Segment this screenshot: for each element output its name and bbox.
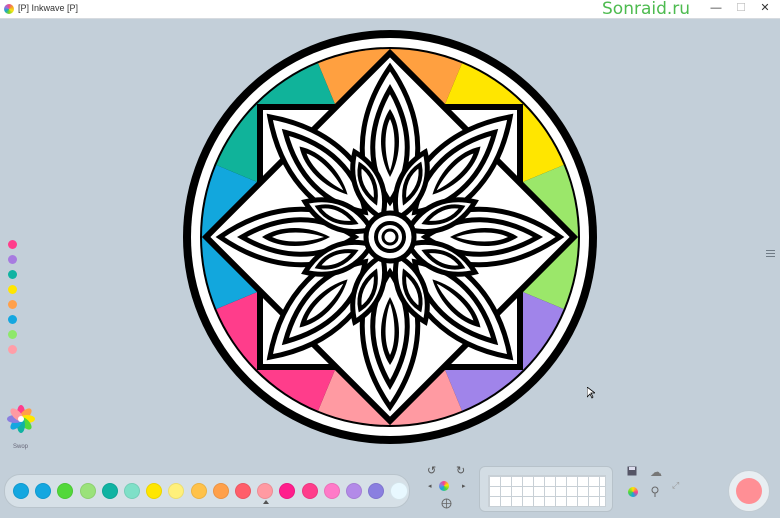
app-icon bbox=[4, 4, 14, 14]
recent-color-7[interactable] bbox=[8, 330, 17, 339]
cloud-icon[interactable]: ☁ bbox=[650, 465, 662, 479]
palette-label: Swop bbox=[13, 444, 29, 450]
recent-color-8[interactable] bbox=[8, 345, 17, 354]
prev-arrow[interactable]: ◂ bbox=[428, 482, 432, 490]
pattern-panel bbox=[479, 466, 613, 512]
maximize-button[interactable]: ☐ bbox=[728, 0, 754, 18]
color-swatch-10[interactable] bbox=[212, 483, 229, 499]
save-icon[interactable] bbox=[627, 466, 637, 479]
next-arrow[interactable]: ▸ bbox=[462, 482, 466, 490]
color-swatch-17[interactable] bbox=[368, 483, 385, 499]
color-swatch-15[interactable] bbox=[323, 483, 340, 499]
window-title: [P] Inkwave [P] bbox=[18, 3, 79, 13]
color-swatch-14[interactable] bbox=[301, 483, 318, 499]
color-swatch-7[interactable] bbox=[146, 483, 163, 499]
color-palette-bar bbox=[4, 474, 410, 508]
color-swatch-13[interactable] bbox=[279, 483, 296, 499]
redo-button[interactable]: ↻ bbox=[456, 464, 465, 477]
close-button[interactable]: ✕ bbox=[752, 0, 778, 18]
current-color-button[interactable] bbox=[728, 470, 770, 512]
watermark: Sonraid.ru bbox=[602, 0, 691, 19]
color-swatch-5[interactable] bbox=[101, 483, 118, 499]
color-swatch-11[interactable] bbox=[235, 483, 251, 499]
recent-color-2[interactable] bbox=[8, 255, 17, 264]
color-swatch-4[interactable] bbox=[79, 483, 96, 499]
mouse-cursor bbox=[586, 386, 597, 404]
flower-palette-icon[interactable] bbox=[7, 405, 35, 438]
color-swatch-3[interactable] bbox=[57, 483, 74, 499]
selected-color-indicator bbox=[263, 500, 269, 504]
recent-color-6[interactable] bbox=[8, 315, 17, 324]
color-swatch-9[interactable] bbox=[190, 483, 207, 499]
undo-button[interactable]: ↺ bbox=[427, 464, 436, 477]
color-swatch-2[interactable] bbox=[35, 483, 52, 499]
color-wheel-icon[interactable] bbox=[439, 481, 449, 491]
pin-icon[interactable] bbox=[651, 486, 659, 501]
recent-color-5[interactable] bbox=[8, 300, 17, 309]
color-swatch-1[interactable] bbox=[13, 483, 29, 499]
color-swatch-18[interactable] bbox=[390, 482, 409, 500]
color-swatch-16[interactable] bbox=[346, 483, 362, 499]
recent-color-3[interactable] bbox=[8, 270, 17, 279]
pattern-grid[interactable] bbox=[488, 475, 606, 507]
current-color-swatch bbox=[736, 478, 762, 504]
color-swatch-8[interactable] bbox=[168, 483, 185, 499]
recent-color-4[interactable] bbox=[8, 285, 17, 294]
recent-colors bbox=[8, 240, 18, 360]
minimize-button[interactable]: — bbox=[703, 0, 729, 18]
coloring-canvas[interactable] bbox=[180, 30, 600, 449]
recent-color-1[interactable] bbox=[8, 240, 17, 249]
title-bar: [P] Inkwave [P] Sonraid.ru — ☐ ✕ bbox=[0, 0, 780, 19]
settings-globe-icon[interactable] bbox=[441, 498, 452, 512]
color-swatch-12[interactable] bbox=[257, 483, 274, 499]
expand-icon[interactable]: ⤢ bbox=[672, 480, 679, 491]
menu-icon[interactable] bbox=[766, 250, 775, 259]
color-swatch-6[interactable] bbox=[124, 483, 140, 499]
color-mix-icon[interactable] bbox=[628, 487, 638, 497]
